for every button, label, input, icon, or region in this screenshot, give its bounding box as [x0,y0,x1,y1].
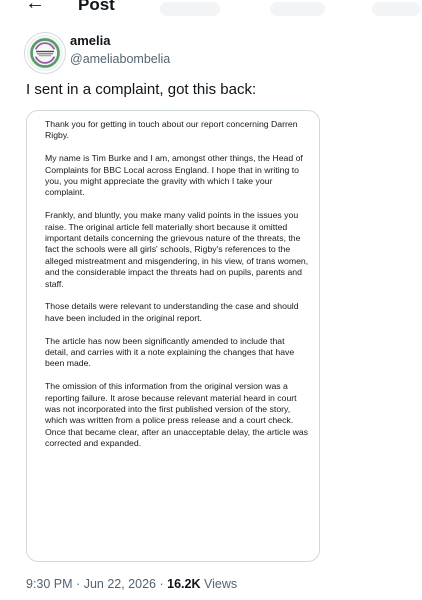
header-placeholder [270,2,325,16]
letter-paragraph: Frankly, and bluntly, you make many vali… [45,210,309,289]
letter-paragraph: Those details were relevant to understan… [45,301,299,323]
author-handle[interactable]: @ameliabombelia [70,51,170,67]
page-title: Post [78,0,115,14]
post-time[interactable]: 9:30 PM [26,577,73,591]
back-arrow-icon[interactable]: ← [25,0,45,13]
letter-paragraph: My name is Tim Burke and I am, amongst o… [45,153,303,198]
post-date[interactable]: Jun 22, 2026 [84,577,156,591]
header-placeholder [372,2,420,16]
views-count: 16.2K [167,577,201,591]
meta-separator: · [159,577,164,591]
tweet-text: I sent in a complaint, got this back: [26,81,257,98]
letter-paragraph: The article has now been significantly a… [45,335,295,369]
header-placeholder [160,2,220,16]
letter-text: Thank you for getting in touch about our… [45,119,309,461]
letter-paragraph: The omission of this information from th… [45,381,309,449]
avatar[interactable] [25,33,65,73]
attached-image[interactable]: Thank you for getting in touch about our… [26,110,320,562]
views-label: Views [203,577,238,591]
meta-separator: · [76,577,81,591]
top-bar: ← Post [0,0,422,24]
post-metadata: 9:30 PM · Jun 22, 2026 · 16.2K Views [26,576,237,592]
author-display-name[interactable]: amelia [70,33,110,49]
letter-paragraph: Thank you for getting in touch about our… [45,119,298,141]
badge-logo-icon [27,35,63,71]
